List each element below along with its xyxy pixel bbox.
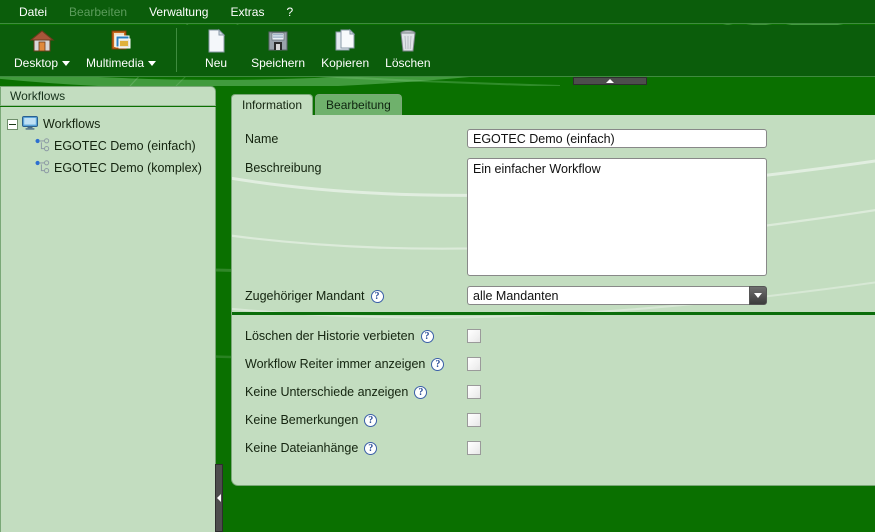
chevron-left-icon	[217, 494, 221, 502]
option-label-text: Keine Unterschiede anzeigen	[245, 385, 409, 399]
menu-item-datei[interactable]: Datei	[8, 2, 58, 22]
new-document-icon	[205, 27, 227, 55]
help-icon[interactable]: ?	[431, 357, 445, 371]
sidebar-body: Workflows EGOTEC Demo (einfach) EGOTEC D…	[0, 107, 216, 532]
home-icon	[29, 27, 55, 55]
toolbar-text-desktop: Desktop	[14, 56, 59, 70]
checkbox-workflow-reiter[interactable]	[467, 357, 481, 371]
toolbar-button-kopieren[interactable]: Kopieren	[313, 25, 377, 70]
monitor-icon	[22, 115, 38, 133]
toolbar: Desktop Multimedia Neu Speichern Kopiere…	[0, 25, 875, 77]
multimedia-icon	[108, 27, 134, 55]
option-row-workflow-reiter: Workflow Reiter immer anzeigen ?	[232, 357, 875, 371]
chevron-down-icon	[754, 293, 762, 298]
mandant-combobox[interactable]	[467, 286, 767, 305]
tree-node-egotec-demo-einfach[interactable]: EGOTEC Demo (einfach)	[1, 135, 215, 157]
menu-item-bearbeiten: Bearbeiten	[69, 4, 128, 19]
collapse-expander-icon[interactable]	[7, 118, 18, 130]
label-beschreibung: Beschreibung	[245, 161, 322, 175]
help-icon[interactable]: ?	[364, 441, 378, 455]
tree-node-label: EGOTEC Demo (einfach)	[54, 139, 196, 153]
tree-node-root[interactable]: Workflows	[1, 113, 215, 135]
field-row-mandant: Zugehöriger Mandant ?	[232, 286, 875, 305]
label-workflow-reiter: Workflow Reiter immer anzeigen ?	[245, 357, 467, 371]
toolbar-text-multimedia: Multimedia	[86, 56, 145, 70]
menu-item-verwaltung[interactable]: Verwaltung	[138, 2, 219, 22]
help-icon[interactable]: ?	[370, 289, 384, 303]
toolbar-label-loeschen: Löschen	[385, 56, 431, 70]
mandant-input[interactable]	[467, 286, 749, 305]
toolbar-label-neu: Neu	[205, 56, 228, 70]
toolbar-label-desktop: Desktop	[14, 56, 71, 70]
section-divider	[232, 312, 875, 315]
tab-strip: Information Bearbeitung	[231, 94, 402, 115]
trash-icon	[397, 27, 419, 55]
save-floppy-icon	[266, 27, 290, 55]
option-row-keine-bemerkungen: Keine Bemerkungen ?	[232, 413, 875, 427]
toolbar-button-multimedia[interactable]: Multimedia	[78, 25, 164, 70]
workflow-node-icon	[35, 137, 50, 155]
menu-item-help[interactable]: ?	[275, 2, 304, 22]
checkbox-keine-unterschiede[interactable]	[467, 385, 481, 399]
tree-node-label: EGOTEC Demo (komplex)	[54, 161, 202, 175]
horizontal-splitter-handle[interactable]	[573, 77, 647, 85]
chevron-down-icon[interactable]	[148, 60, 157, 66]
checkbox-keine-bemerkungen[interactable]	[467, 413, 481, 427]
option-row-keine-dateianhaenge: Keine Dateianhänge ?	[232, 441, 875, 455]
content-panel: Name Beschreibung Ein einfacher Workflow…	[231, 115, 875, 486]
copy-icon	[333, 27, 357, 55]
menu-bar: Datei Bearbeiten Verwaltung Extras ?	[0, 0, 875, 24]
option-row-keine-unterschiede: Keine Unterschiede anzeigen ?	[232, 385, 875, 399]
tab-information[interactable]: Information	[231, 94, 314, 115]
sidebar-title: Workflows	[0, 86, 216, 106]
name-input[interactable]	[467, 129, 767, 148]
tree-node-root-label: Workflows	[43, 117, 101, 131]
checkbox-keine-dateianhaenge[interactable]	[467, 441, 481, 455]
sidebar: Workflows Workflows EGOTEC Demo (einfach…	[0, 86, 216, 532]
option-label-text: Workflow Reiter immer anzeigen	[245, 357, 426, 371]
field-row-name: Name	[232, 129, 875, 148]
description-textarea[interactable]: Ein einfacher Workflow	[467, 158, 767, 276]
help-icon[interactable]: ?	[420, 329, 434, 343]
toolbar-button-loeschen[interactable]: Löschen	[377, 25, 438, 70]
label-loeschen-historie: Löschen der Historie verbieten ?	[245, 329, 467, 343]
workflow-node-icon	[35, 159, 50, 177]
help-icon[interactable]: ?	[364, 413, 378, 427]
label-mandant: Zugehöriger Mandant ?	[245, 286, 467, 303]
toolbar-label-kopieren: Kopieren	[321, 56, 370, 70]
mandant-dropdown-button[interactable]	[749, 286, 767, 305]
toolbar-button-desktop[interactable]: Desktop	[6, 25, 78, 70]
option-label-text: Keine Dateianhänge	[245, 441, 359, 455]
chevron-down-icon[interactable]	[62, 60, 71, 66]
checkbox-loeschen-historie[interactable]	[467, 329, 481, 343]
tab-bearbeitung[interactable]: Bearbeitung	[315, 94, 402, 115]
option-label-text: Keine Bemerkungen	[245, 413, 359, 427]
option-row-loeschen-historie: Löschen der Historie verbieten ?	[232, 329, 875, 343]
workflow-tree: Workflows EGOTEC Demo (einfach) EGOTEC D…	[1, 107, 215, 179]
toolbar-separator	[176, 28, 178, 72]
workflow-form: Name Beschreibung Ein einfacher Workflow…	[232, 115, 875, 455]
vertical-splitter-handle[interactable]	[215, 464, 223, 532]
toolbar-label-multimedia: Multimedia	[86, 56, 157, 70]
tree-node-egotec-demo-komplex[interactable]: EGOTEC Demo (komplex)	[1, 157, 215, 179]
label-mandant-text: Zugehöriger Mandant	[245, 289, 365, 303]
toolbar-button-speichern[interactable]: Speichern	[243, 25, 313, 70]
label-keine-bemerkungen: Keine Bemerkungen ?	[245, 413, 467, 427]
menu-item-extras[interactable]: Extras	[219, 2, 275, 22]
label-keine-dateianhaenge: Keine Dateianhänge ?	[245, 441, 467, 455]
help-icon[interactable]: ?	[414, 385, 428, 399]
label-keine-unterschiede: Keine Unterschiede anzeigen ?	[245, 385, 467, 399]
option-label-text: Löschen der Historie verbieten	[245, 329, 415, 343]
label-name: Name	[245, 132, 279, 146]
field-row-beschreibung: Beschreibung Ein einfacher Workflow	[232, 158, 875, 276]
toolbar-label-speichern: Speichern	[251, 56, 306, 70]
toolbar-button-neu[interactable]: Neu	[189, 25, 243, 70]
chevron-up-icon	[606, 79, 614, 83]
